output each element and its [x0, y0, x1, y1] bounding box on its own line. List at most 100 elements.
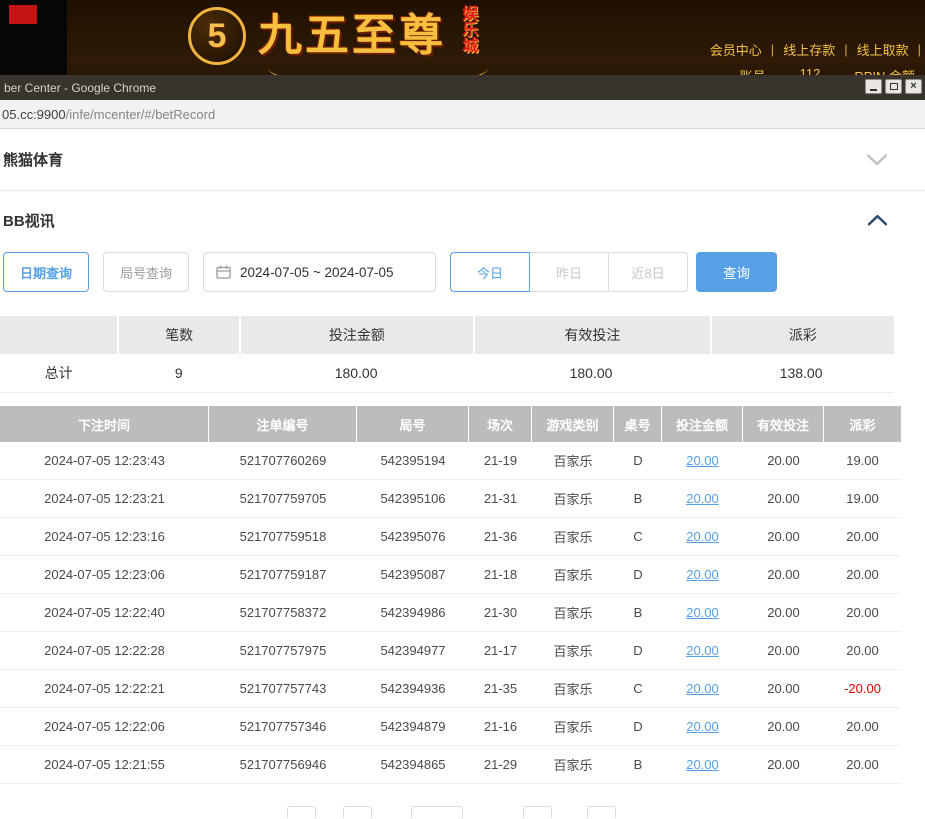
column-header: 注单编号 [209, 406, 357, 442]
table-row: 2024-07-05 12:23:43521707760269542395194… [0, 442, 901, 480]
summary-payout-value: 138.00 [710, 354, 892, 392]
bet-amount-link[interactable]: 20.00 [686, 491, 719, 506]
summary-header: 笔数 投注金额 有效投注 派彩 [0, 316, 894, 354]
summary-table: 笔数 投注金额 有效投注 派彩 总计 9 180.00 180.00 138.0… [0, 316, 894, 393]
search-button[interactable]: 查询 [696, 252, 777, 292]
calendar-icon [216, 265, 231, 279]
url-path: /infe/mcenter/#/betRecord [66, 107, 216, 122]
summary-header-count: 笔数 [119, 316, 238, 354]
cell-round-no: 542394865 [357, 746, 469, 783]
chevron-down-icon[interactable] [867, 154, 887, 166]
summary-count-value: 9 [119, 354, 238, 392]
close-button[interactable]: × [905, 79, 922, 94]
chevron-up-icon[interactable] [868, 214, 887, 226]
address-bar[interactable]: 05.cc:9900/infe/mcenter/#/betRecord [0, 100, 925, 129]
pagination-button[interactable] [523, 806, 552, 818]
bet-amount-link[interactable]: 20.00 [686, 681, 719, 696]
cell-bet-amount[interactable]: 20.00 [662, 442, 743, 479]
column-header: 游戏类别 [532, 406, 614, 442]
column-header: 局号 [357, 406, 469, 442]
cell-bet-amount[interactable]: 20.00 [662, 518, 743, 555]
cell-table-no: B [614, 746, 662, 783]
cell-bet-time: 2024-07-05 12:23:21 [0, 480, 209, 517]
nav-link[interactable]: 线上取款 [857, 40, 909, 59]
pagination-button[interactable] [587, 806, 616, 818]
table-row: 2024-07-05 12:23:06521707759187542395087… [0, 556, 901, 594]
cell-valid-bet: 20.00 [743, 708, 824, 745]
brand-subtitle: 娱乐城 [458, 5, 476, 67]
today-button[interactable]: 今日 [450, 252, 530, 292]
summary-header-bet: 投注金额 [241, 316, 473, 354]
page-content: 熊猫体育 BB视讯 日期查询 局号查询 [0, 129, 925, 818]
cell-valid-bet: 20.00 [743, 594, 824, 631]
cell-round-no: 542394936 [357, 670, 469, 707]
section-bb-video[interactable]: BB视讯 [0, 191, 925, 249]
pagination-button[interactable] [343, 806, 372, 818]
bet-amount-link[interactable]: 20.00 [686, 605, 719, 620]
cell-bet-id: 521707757975 [209, 632, 357, 669]
nav-link[interactable]: 线上存款 [783, 40, 835, 59]
maximize-button[interactable] [885, 79, 902, 94]
cell-bet-amount[interactable]: 20.00 [662, 480, 743, 517]
cell-bet-amount[interactable]: 20.00 [662, 632, 743, 669]
cell-bet-time: 2024-07-05 12:22:06 [0, 708, 209, 745]
cell-session: 21-16 [469, 708, 532, 745]
cell-session: 21-19 [469, 442, 532, 479]
url-host: 05.cc:9900 [2, 107, 66, 122]
cell-valid-bet: 20.00 [743, 632, 824, 669]
window-title-bar[interactable]: ber Center - Google Chrome × [0, 75, 925, 100]
bet-amount-link[interactable]: 20.00 [686, 453, 719, 468]
cell-bet-time: 2024-07-05 12:23:06 [0, 556, 209, 593]
pagination-button[interactable] [287, 806, 316, 818]
bet-records-table: 下注时间注单编号局号场次游戏类别桌号投注金额有效投注派彩 2024-07-05 … [0, 406, 901, 784]
nav-separator: | [771, 42, 774, 57]
window-title: ber Center - Google Chrome [4, 81, 156, 95]
red-badge [9, 5, 37, 24]
bet-amount-link[interactable]: 20.00 [686, 757, 719, 772]
bet-amount-link[interactable]: 20.00 [686, 529, 719, 544]
section-panda-sports[interactable]: 熊猫体育 [0, 129, 925, 191]
cell-bet-amount[interactable]: 20.00 [662, 670, 743, 707]
column-header: 下注时间 [0, 406, 209, 442]
summary-bet-value: 180.00 [240, 354, 471, 392]
pagination-input[interactable] [411, 806, 463, 818]
table-row: 2024-07-05 12:22:06521707757346542394879… [0, 708, 901, 746]
cell-game-type: 百家乐 [532, 442, 614, 479]
yesterday-button[interactable]: 昨日 [529, 252, 609, 292]
bet-amount-link[interactable]: 20.00 [686, 567, 719, 582]
nav-separator: | [918, 42, 921, 57]
table-row: 2024-07-05 12:22:40521707758372542394986… [0, 594, 901, 632]
cell-payout: 20.00 [824, 556, 901, 593]
cell-valid-bet: 20.00 [743, 556, 824, 593]
cell-bet-amount[interactable]: 20.00 [662, 594, 743, 631]
nav-link[interactable]: 会员中心 [710, 40, 762, 59]
last-8-days-button[interactable]: 近8日 [608, 252, 688, 292]
date-range-input[interactable]: 2024-07-05 ~ 2024-07-05 [203, 252, 436, 292]
cell-round-no: 542394879 [357, 708, 469, 745]
column-header: 投注金额 [662, 406, 743, 442]
cell-round-no: 542395076 [357, 518, 469, 555]
summary-valid-value: 180.00 [474, 354, 708, 392]
site-logo: 5 九五至尊 娱乐城 [188, 4, 476, 68]
cell-table-no: C [614, 670, 662, 707]
summary-header-blank [0, 316, 117, 354]
bet-amount-link[interactable]: 20.00 [686, 643, 719, 658]
cell-bet-amount[interactable]: 20.00 [662, 708, 743, 745]
cell-payout: 20.00 [824, 632, 901, 669]
cell-valid-bet: 20.00 [743, 518, 824, 555]
bet-amount-link[interactable]: 20.00 [686, 719, 719, 734]
section-title: 熊猫体育 [3, 149, 63, 170]
cell-game-type: 百家乐 [532, 746, 614, 783]
filter-toolbar: 日期查询 局号查询 2024-07-05 ~ 2024-07-05 今日 昨日 … [0, 251, 925, 293]
cell-bet-amount[interactable]: 20.00 [662, 746, 743, 783]
cell-table-no: D [614, 556, 662, 593]
bet-table-header: 下注时间注单编号局号场次游戏类别桌号投注金额有效投注派彩 [0, 406, 901, 442]
cell-bet-amount[interactable]: 20.00 [662, 556, 743, 593]
date-query-button[interactable]: 日期查询 [3, 252, 89, 292]
cell-valid-bet: 20.00 [743, 670, 824, 707]
cell-valid-bet: 20.00 [743, 746, 824, 783]
round-query-button[interactable]: 局号查询 [103, 252, 189, 292]
table-row: 2024-07-05 12:22:21521707757743542394936… [0, 670, 901, 708]
minimize-button[interactable] [865, 79, 882, 94]
cell-bet-id: 521707759705 [209, 480, 357, 517]
